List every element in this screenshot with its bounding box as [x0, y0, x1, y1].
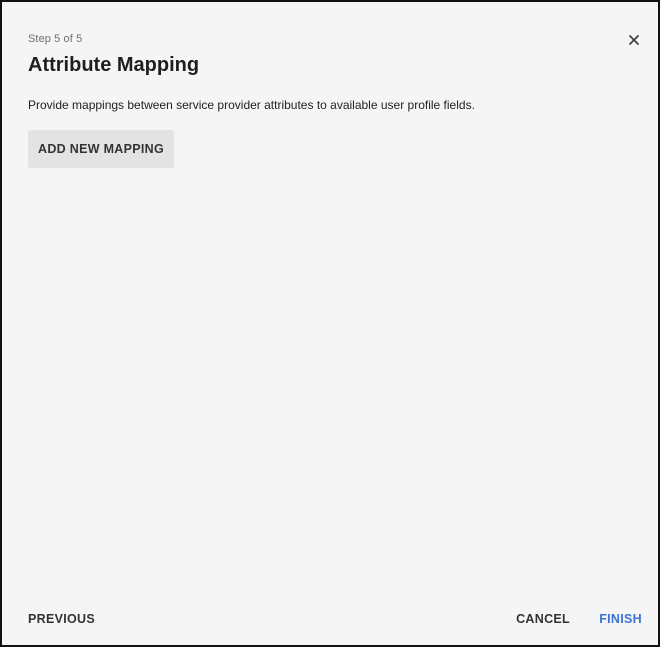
dialog-frame: Step 5 of 5 Attribute Mapping Provide ma… [0, 0, 660, 647]
cancel-button[interactable]: CANCEL [514, 606, 572, 632]
dialog-title: Attribute Mapping [28, 54, 200, 76]
close-icon [629, 35, 639, 45]
close-button[interactable] [624, 28, 644, 48]
add-new-mapping-button[interactable]: ADD NEW MAPPING [28, 130, 175, 168]
step-indicator: Step 5 of 5 [28, 33, 83, 45]
previous-button[interactable]: PREVIOUS [26, 606, 97, 632]
finish-button[interactable]: FINISH [597, 606, 644, 632]
dialog-description: Provide mappings between service provide… [28, 98, 475, 112]
attribute-mapping-dialog: Step 5 of 5 Attribute Mapping Provide ma… [12, 2, 658, 645]
